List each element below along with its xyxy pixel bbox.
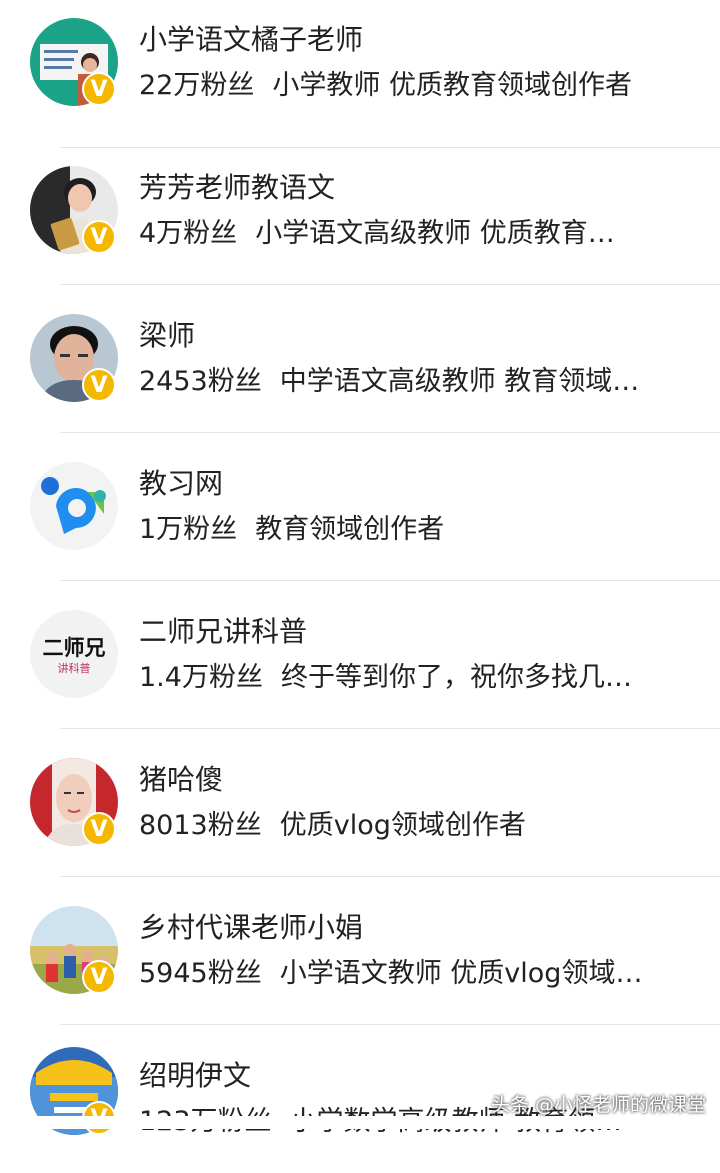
account-description: 2453粉丝 中学语文高级教师 教育领域… [139, 365, 689, 399]
account-description: 22万粉丝 小学教师 优质教育领域创作者 [139, 69, 689, 103]
fan-count: 1.4万粉丝 [139, 662, 263, 693]
avatar-logo-subtext: 讲科普 [57, 662, 91, 675]
account-tags: 小学教师 优质教育领域创作者 [272, 70, 632, 101]
account-row[interactable]: V 乡村代课老师小娟 5945粉丝 小学语文教师 优质vlog领域… [0, 877, 720, 1025]
account-description: 1万粉丝 教育领域创作者 [139, 513, 689, 547]
fan-count: 22万粉丝 [139, 70, 255, 101]
fan-count: 1万粉丝 [139, 514, 238, 545]
account-name[interactable]: 绍明伊文 [139, 1059, 251, 1093]
account-row[interactable]: V 猪哈傻 8013粉丝 优质vlog领域创作者 [0, 729, 720, 877]
watermark: 头条 @小怪老师的微课堂 [490, 1094, 706, 1116]
account-description: 8013粉丝 优质vlog领域创作者 [139, 809, 689, 843]
account-tags: 终于等到你了，祝你多找几… [280, 662, 632, 693]
account-tags: 小学语文高级教师 优质教育… [255, 218, 615, 249]
account-row[interactable]: V 梁师 2453粉丝 中学语文高级教师 教育领域… [0, 285, 720, 433]
account-description: 5945粉丝 小学语文教师 优质vlog领域… [139, 957, 689, 991]
verified-badge-icon: V [82, 960, 116, 994]
account-description: 4万粉丝 小学语文高级教师 优质教育… [139, 217, 689, 251]
account-tags: 优质vlog领域创作者 [279, 810, 526, 841]
account-tags: 小学语文教师 优质vlog领域… [279, 958, 643, 989]
verified-badge-icon: V [82, 220, 116, 254]
account-description: 1.4万粉丝 终于等到你了，祝你多找几… [139, 661, 689, 695]
verified-badge-icon: V [82, 812, 116, 846]
avatar[interactable] [30, 462, 118, 550]
account-name[interactable]: 小学语文橘子老师 [139, 23, 363, 57]
account-name[interactable]: 二师兄讲科普 [139, 615, 307, 649]
fan-count: 4万粉丝 [139, 218, 238, 249]
account-name[interactable]: 乡村代课老师小娟 [139, 911, 363, 945]
account-row[interactable]: 二师兄 讲科普 二师兄讲科普 1.4万粉丝 终于等到你了，祝你多找几… [0, 581, 720, 729]
account-name[interactable]: 猪哈傻 [139, 763, 223, 797]
fan-count: 8013粉丝 [139, 810, 262, 841]
avatar-logo-text: 二师兄 [42, 635, 106, 660]
fan-count: 5945粉丝 [139, 958, 262, 989]
account-tags: 中学语文高级教师 教育领域… [279, 366, 640, 397]
verified-badge-icon: V [82, 72, 116, 106]
account-row[interactable]: V 芳芳老师教语文 4万粉丝 小学语文高级教师 优质教育… [0, 137, 720, 285]
account-name[interactable]: 教习网 [139, 467, 223, 501]
bottom-edge [0, 1116, 720, 1129]
verified-badge-icon: V [82, 368, 116, 402]
avatar[interactable]: 二师兄 讲科普 [30, 610, 118, 698]
fan-count: 2453粉丝 [139, 366, 262, 397]
account-row[interactable]: V 小学语文橘子老师 22万粉丝 小学教师 优质教育领域创作者 [0, 0, 720, 148]
account-tags: 教育领域创作者 [255, 514, 445, 545]
account-row[interactable]: 教习网 1万粉丝 教育领域创作者 [0, 433, 720, 581]
account-name[interactable]: 芳芳老师教语文 [139, 171, 335, 205]
account-name[interactable]: 梁师 [139, 319, 195, 353]
